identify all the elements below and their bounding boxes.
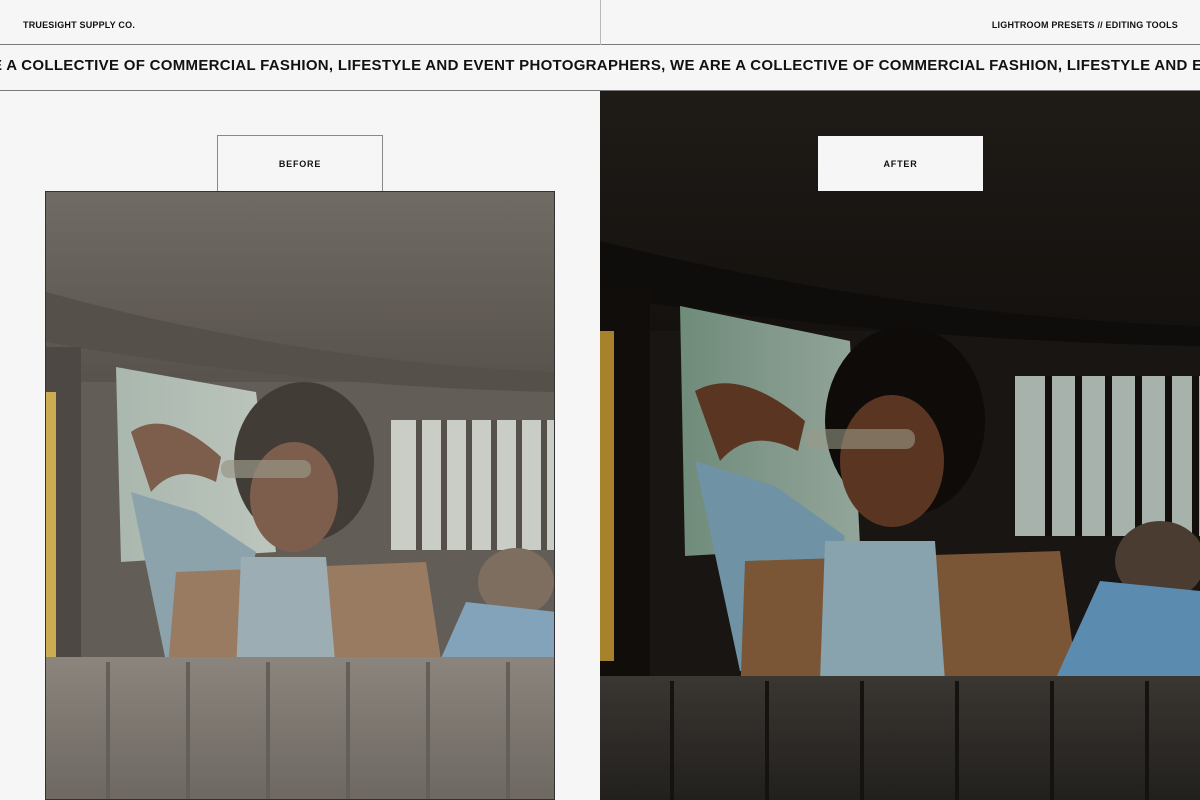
after-label: AFTER (818, 136, 983, 191)
header-tagline: LIGHTROOM PRESETS // EDITING TOOLS (991, 20, 1178, 30)
before-photo (45, 191, 555, 800)
before-label: BEFORE (217, 135, 383, 191)
marquee-band: E A COLLECTIVE OF COMMERCIAL FASHION, LI… (0, 45, 1200, 91)
header-divider (600, 0, 601, 45)
before-panel: BEFORE (0, 91, 600, 800)
brand-name[interactable]: TRUESIGHT SUPPLY CO. (23, 20, 135, 30)
marquee-text: E A COLLECTIVE OF COMMERCIAL FASHION, LI… (0, 57, 1200, 74)
after-photo (600, 91, 1200, 800)
top-bar: TRUESIGHT SUPPLY CO. LIGHTROOM PRESETS /… (0, 0, 1200, 45)
